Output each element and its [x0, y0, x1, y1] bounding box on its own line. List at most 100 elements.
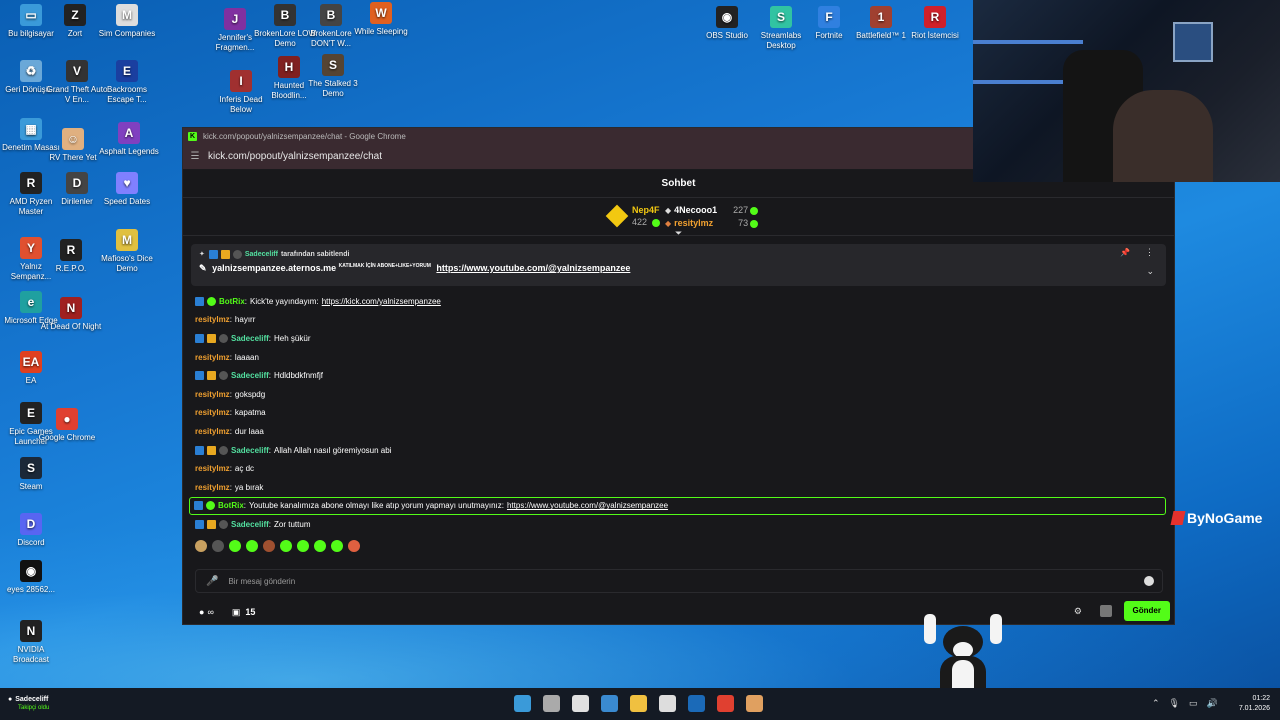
desktop-icon[interactable]: S The Stalked 3 Demo [302, 54, 364, 99]
display-icon[interactable]: ▭ [1189, 698, 1198, 709]
emoji-picker-icon[interactable] [1144, 576, 1154, 586]
chat-username[interactable]: Sadeceliff [231, 520, 269, 529]
gifter-first[interactable]: Nep4F 422 [605, 204, 660, 228]
chat-username[interactable]: resitylmz [195, 464, 230, 473]
emote-icon[interactable] [195, 539, 207, 552]
pinned-by-user[interactable]: Sadeceliff [245, 251, 278, 258]
kick-coin-icon [750, 219, 759, 228]
desktop-icon[interactable]: ◉ OBS Studio [696, 6, 758, 41]
taskbar-app-icon[interactable] [514, 695, 531, 712]
desktop-icon[interactable]: D Discord [0, 513, 62, 548]
emote-icon[interactable] [263, 539, 275, 552]
chat-text: gokspdg [234, 389, 266, 399]
desktop-icon[interactable]: EA EA [0, 351, 62, 386]
app-icon: F [818, 6, 840, 28]
settings-gear-icon[interactable]: ⚙ [1074, 606, 1082, 617]
desktop-icon[interactable]: ♥ Speed Dates [96, 172, 158, 207]
chat-message: Sadeceliff: Heh şükür [191, 329, 1166, 348]
bynogame-logo-icon [1170, 511, 1186, 525]
viewers-group[interactable]: ● ∞ [199, 607, 214, 617]
desktop-icon[interactable]: 1 Battlefield™ 1 [850, 6, 912, 41]
clock-time: 01:22 [1252, 695, 1270, 702]
volume-icon[interactable]: 🔊 [1207, 698, 1218, 709]
chrome-window: K kick.com/popout/yalnizsempanzee/chat -… [182, 127, 1175, 625]
emote-icon[interactable] [331, 539, 343, 552]
chat-username[interactable]: BotRix [219, 297, 245, 306]
subs-group[interactable]: ▣ 15 [232, 607, 256, 618]
emote-icon[interactable] [348, 539, 360, 552]
webcam-streamer [1113, 90, 1213, 182]
taskbar: ● Sadeceliff Takipçi oldu ⌃ 🎙 ▭ 🔊 01:22 7… [0, 688, 1280, 720]
more-options-icon[interactable]: ⋮ [1145, 247, 1154, 258]
desktop-icon[interactable]: R R.E.P.O. [40, 239, 102, 274]
app-icon: M [116, 229, 138, 251]
chat-username[interactable]: resitylmz [195, 315, 230, 324]
chevron-up-icon[interactable]: ⌃ [1152, 698, 1160, 709]
emote-icon[interactable] [280, 539, 292, 552]
blue-badge-icon [195, 519, 204, 529]
clock[interactable]: 01:22 7.01.2026 [1232, 694, 1270, 714]
taskbar-app-icon[interactable] [543, 695, 560, 712]
follower-alert: ● Sadeceliff Takipçi oldu [8, 696, 49, 712]
gifter-first-name: Nep4F [632, 205, 660, 215]
send-button[interactable]: Gönder [1123, 601, 1170, 621]
desktop-icon[interactable]: ● Google Chrome [36, 408, 98, 443]
bronze-diamond-icon: ◆ [665, 219, 672, 228]
taskbar-app-icon[interactable] [572, 695, 589, 712]
chat-link[interactable]: https://www.youtube.com/@yalnizsempanzee [507, 501, 668, 510]
emote-icon[interactable] [314, 539, 326, 552]
chat-input[interactable]: 🎤 Bir mesaj gönderin [195, 569, 1163, 593]
gifter-second[interactable]: ◆ 4Necooo1 227 [665, 204, 759, 217]
coin-icon[interactable] [1100, 605, 1112, 617]
taskbar-app-icon[interactable] [659, 695, 676, 712]
chat-username[interactable]: resitylmz [195, 408, 230, 417]
chat-username[interactable]: Sadeceliff [231, 334, 269, 343]
users-icon: ● [199, 607, 205, 617]
desktop-icon-label: Google Chrome [38, 433, 96, 442]
desktop-icon[interactable]: S Steam [0, 457, 62, 492]
taskbar-app-icon[interactable] [717, 695, 734, 712]
chat-link[interactable]: https://kick.com/yalnizsempanzee [322, 297, 441, 306]
desktop-icon[interactable]: M Mafioso's Dice Demo [96, 229, 158, 274]
chat-username[interactable]: resitylmz [195, 390, 230, 399]
taskbar-app-icon[interactable] [601, 695, 618, 712]
taskbar-app-icon[interactable] [688, 695, 705, 712]
taskbar-app-icon[interactable] [630, 695, 647, 712]
chevron-down-icon[interactable]: ⌄ [1146, 266, 1154, 277]
emote-icon[interactable] [229, 539, 241, 552]
app-icon: I [230, 70, 252, 92]
chat-text: Zor tuttum [274, 519, 311, 529]
desktop-icon[interactable]: ☺ RV There Yet [42, 128, 104, 163]
unpin-icon[interactable]: 📌 [1120, 248, 1130, 257]
desktop-icon[interactable]: R Riot İstemcisi [904, 6, 966, 41]
emote-icon[interactable] [246, 539, 258, 552]
app-icon: M [116, 4, 138, 26]
chat-username[interactable]: resitylmz [195, 483, 230, 492]
microphone-icon[interactable]: 🎤 [206, 576, 218, 587]
desktop-icon[interactable]: N At Dead Of Night [40, 297, 102, 332]
pinned-link[interactable]: https://www.youtube.com/@yalnizsempanzee [436, 263, 630, 273]
colon: : [268, 371, 272, 381]
desktop-icon[interactable]: ◉ eyes 28562... [0, 560, 62, 595]
microphone-icon[interactable]: 🎙 [1169, 698, 1180, 709]
emote-icon[interactable] [297, 539, 309, 552]
chat-username[interactable]: BotRix [218, 501, 244, 510]
bynogame-watermark: ByNoGame [1170, 510, 1262, 526]
chat-username[interactable]: Sadeceliff [231, 446, 269, 455]
desktop-icon[interactable]: N NVIDIA Broadcast [0, 620, 62, 665]
collapse-gifters-icon[interactable]: ⏷ [675, 228, 682, 239]
taskbar-app-icon[interactable] [746, 695, 763, 712]
desktop-icon-label: Sim Companies [98, 29, 156, 38]
site-settings-icon[interactable]: ☰ [189, 151, 201, 163]
pin-icon: ✦ [199, 251, 205, 258]
desktop-icon[interactable]: M Sim Companies [96, 4, 158, 39]
chat-username[interactable]: Sadeceliff [231, 371, 269, 380]
desktop-icon[interactable]: E Backrooms Escape T... [96, 60, 158, 105]
desktop-icon[interactable]: I Inferis Dead Below [210, 70, 272, 115]
desktop-icon[interactable]: W While Sleeping [350, 2, 412, 37]
chat-username[interactable]: resitylmz [195, 353, 230, 362]
gifter-second-count: 227 [733, 205, 749, 215]
chat-username[interactable]: resitylmz [195, 427, 230, 436]
emote-icon[interactable] [212, 539, 224, 552]
desktop-icon[interactable]: A Asphalt Legends [98, 122, 160, 157]
